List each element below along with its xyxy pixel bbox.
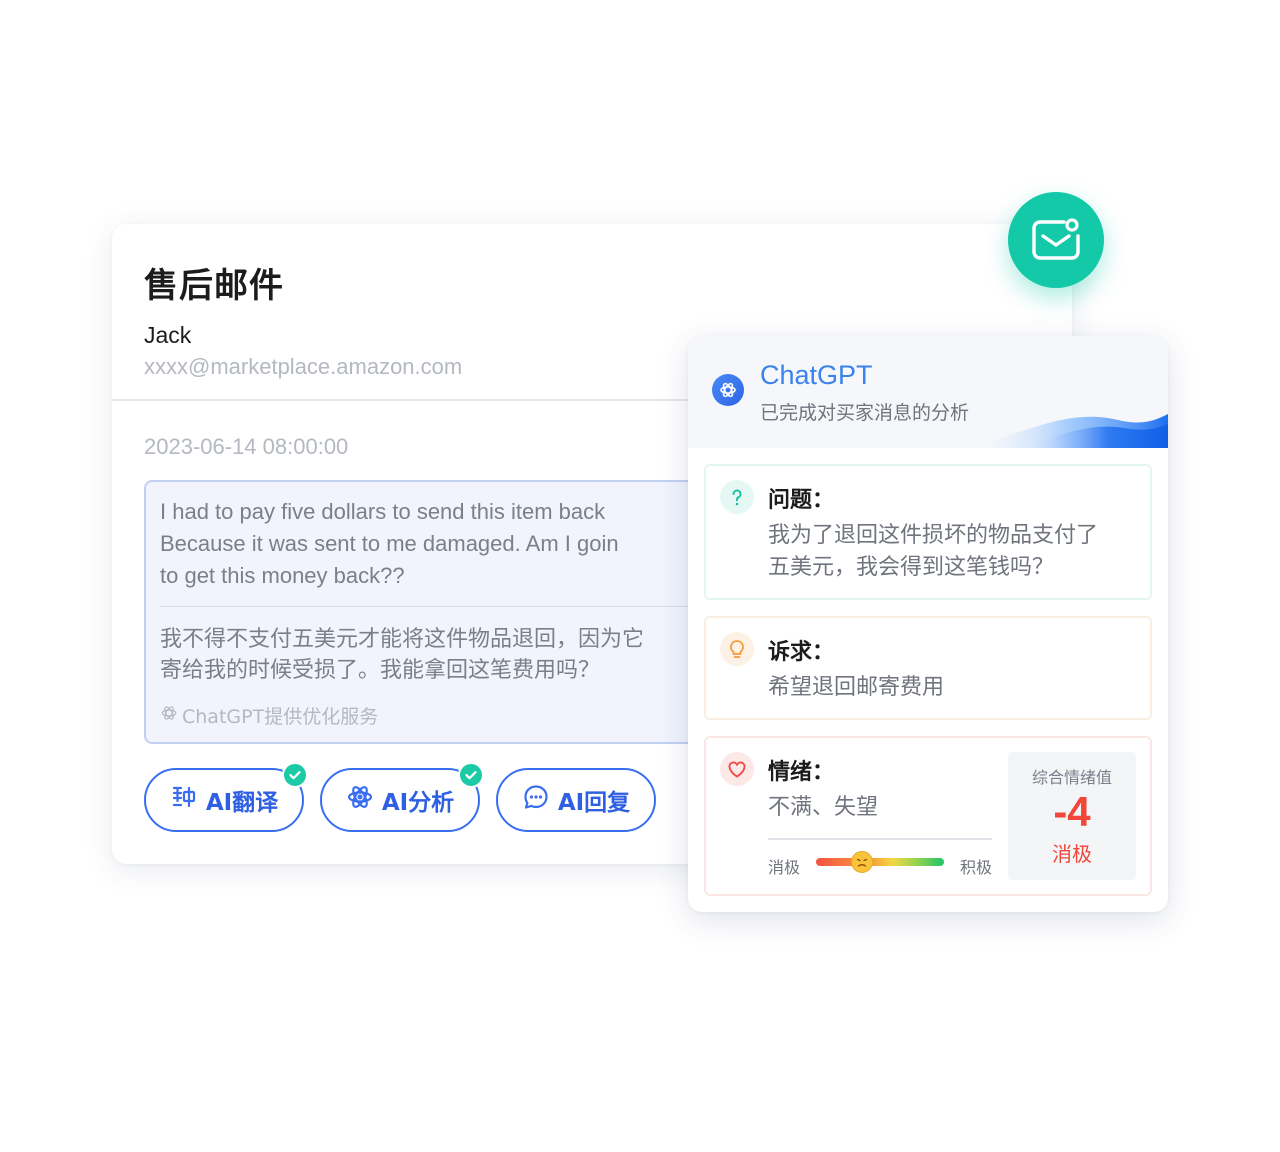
emotion-scale-bar	[816, 858, 944, 866]
message-timestamp: 2023-06-14 08:00:00	[144, 434, 349, 459]
question-text: 我为了退回这件损坏的物品支付了五美元，我会得到这笔钱吗？	[768, 523, 1099, 580]
panel-subtitle: 已完成对买家消息的分析	[760, 402, 970, 424]
angry-face-icon	[851, 851, 874, 873]
header-wave-decoration	[968, 414, 1168, 448]
panel-header: ChatGPT 已完成对买家消息的分析	[688, 336, 1168, 448]
ai-reply-label: AI回复	[557, 790, 631, 816]
chatgpt-logo-icon	[712, 374, 744, 406]
translate-icon	[170, 783, 198, 817]
scale-negative-label: 消极	[768, 858, 801, 877]
emotion-section: 情绪： 不满、失望 消极 积极 综合情绪值 -4 消极	[704, 736, 1152, 896]
question-icon	[720, 480, 754, 514]
ai-analyze-label: AI分析	[381, 790, 455, 816]
message-original-line: to get this money back??	[160, 563, 405, 588]
ai-translate-button[interactable]: AI翻译	[144, 762, 308, 832]
service-note-text: ChatGPT提供优化服务	[182, 706, 379, 728]
question-section: 问题： 我为了退回这件损坏的物品支付了五美元，我会得到这笔钱吗？	[704, 464, 1152, 600]
message-translation: 我不得不支付五美元才能将这件物品退回，因为它 寄给我的时候受损了。我能拿回这笔费…	[160, 624, 702, 686]
demand-section: 诉求： 希望退回邮寄费用	[704, 616, 1152, 720]
atom-icon	[346, 783, 374, 817]
panel-title: ChatGPT	[760, 360, 873, 390]
message-original: I had to pay five dollars to send this i…	[160, 496, 702, 592]
analysis-panel: ChatGPT 已完成对买家消息的分析 问题： 我为了退回这件损坏的物品支付了五…	[688, 336, 1168, 912]
score-label: 综合情绪值	[1031, 768, 1112, 787]
sender-name: Jack	[144, 322, 192, 348]
message-translation-line: 我不得不支付五美元才能将这件物品退回，因为它	[160, 627, 645, 652]
score-tag: 消极	[1052, 842, 1092, 866]
sender-email: xxxx@marketplace.amazon.com	[144, 354, 463, 379]
header-divider	[112, 399, 712, 401]
score-value: -4	[1053, 788, 1091, 835]
ai-translate-label: AI翻译	[205, 790, 279, 816]
ai-analyze-button[interactable]: AI分析	[320, 762, 484, 832]
emotion-label: 情绪：	[768, 760, 835, 785]
question-label: 问题：	[768, 488, 835, 513]
ai-reply-button[interactable]: AI回复	[496, 768, 656, 832]
openai-icon	[160, 704, 178, 727]
mail-notification-icon[interactable]	[1008, 192, 1104, 288]
lightbulb-icon	[720, 632, 754, 666]
message-translation-line: 寄给我的时候受损了。我能拿回这笔费用吗？	[160, 658, 601, 683]
message-original-line: I had to pay five dollars to send this i…	[160, 499, 606, 524]
chat-bubble-icon	[522, 783, 550, 817]
message-box: I had to pay five dollars to send this i…	[144, 480, 704, 744]
scale-positive-label: 积极	[960, 858, 993, 877]
demand-label: 诉求：	[768, 640, 835, 665]
check-icon	[458, 762, 484, 788]
message-original-line: Because it was sent to me damaged. Am I …	[160, 531, 619, 556]
service-note: ChatGPT提供优化服务	[160, 702, 378, 729]
message-divider	[160, 606, 700, 607]
score-box: 综合情绪值 -4 消极	[1008, 752, 1136, 880]
check-icon	[282, 762, 308, 788]
emotion-divider	[768, 838, 992, 840]
email-title: 售后邮件	[144, 266, 284, 306]
demand-text: 希望退回邮寄费用	[768, 675, 945, 700]
heart-icon	[720, 752, 754, 786]
